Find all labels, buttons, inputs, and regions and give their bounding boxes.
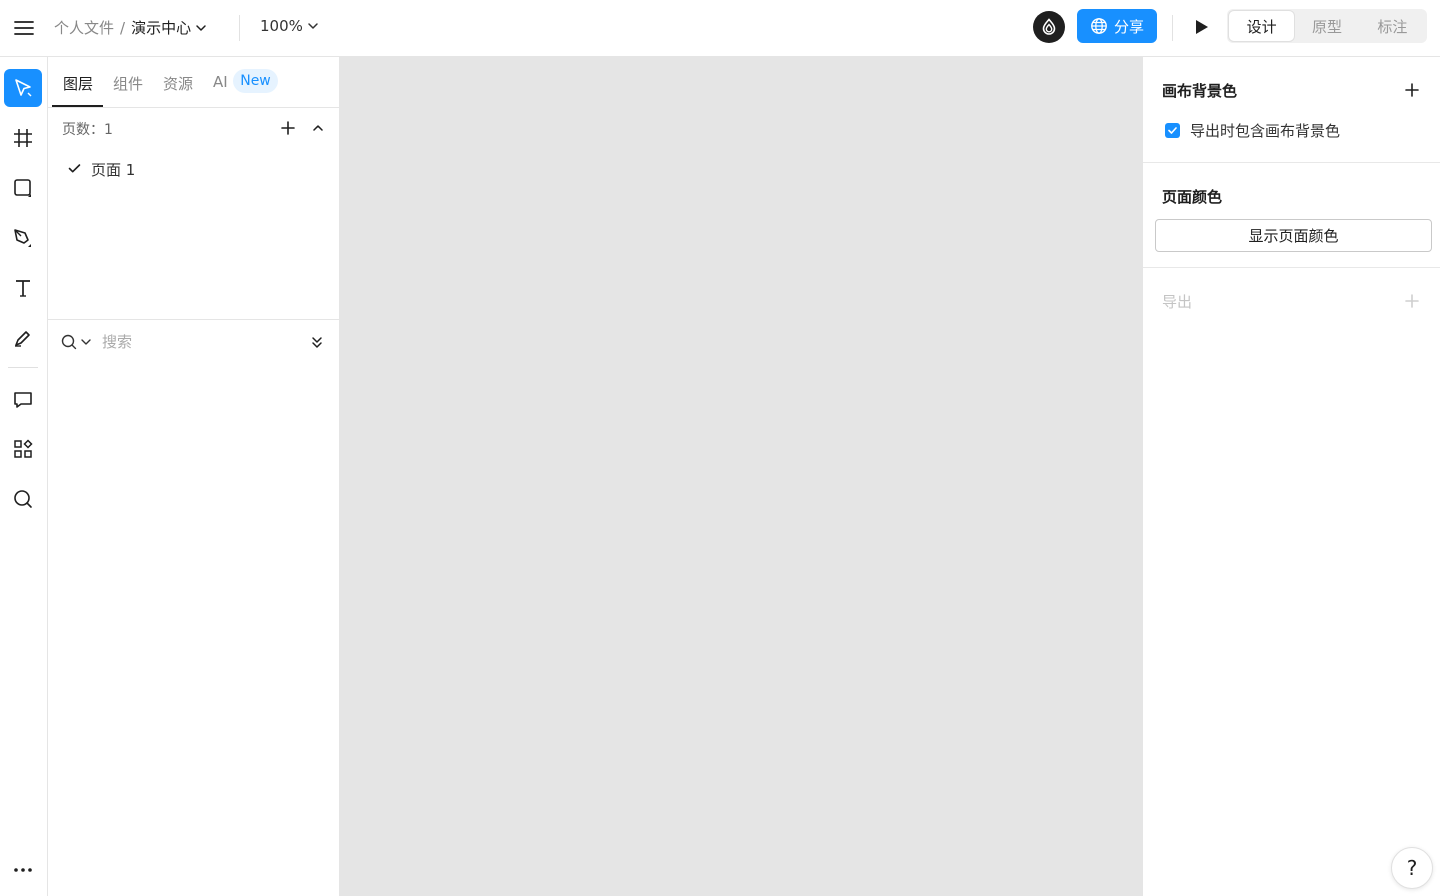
new-badge: New xyxy=(233,69,278,93)
section-divider xyxy=(1143,267,1440,268)
toolbar-divider xyxy=(8,367,38,368)
move-tool[interactable] xyxy=(4,69,42,107)
mode-switch: 设计 原型 标注 xyxy=(1227,9,1427,43)
play-icon[interactable] xyxy=(1190,16,1212,38)
breadcrumb-separator: / xyxy=(120,18,126,37)
section-divider xyxy=(1143,162,1440,163)
canvas-background-title: 画布背景色 xyxy=(1162,82,1238,100)
divider xyxy=(239,15,240,41)
left-toolbar xyxy=(0,57,48,896)
cursor-icon xyxy=(15,79,32,97)
text-icon xyxy=(16,280,30,297)
tab-assets[interactable]: 资源 xyxy=(163,73,193,94)
tab-ai[interactable]: AI xyxy=(213,73,228,91)
search-icon xyxy=(14,490,32,508)
show-page-color-button[interactable]: 显示页面颜色 xyxy=(1155,219,1432,252)
rectangle-icon xyxy=(14,179,31,197)
file-name-dropdown[interactable]: 演示中心 xyxy=(131,17,209,38)
pencil-icon xyxy=(15,331,30,347)
active-tab-underline xyxy=(52,105,103,107)
properties-panel: 画布背景色 导出时包含画布背景色 页面颜色 显示页面颜色 导出 xyxy=(1142,57,1440,896)
file-name: 演示中心 xyxy=(131,19,192,37)
page-name: 页面 1 xyxy=(91,161,136,179)
collapse-all-icon[interactable] xyxy=(306,331,328,353)
more-tool[interactable] xyxy=(4,851,42,889)
breadcrumb-parent[interactable]: 个人文件 xyxy=(54,17,114,38)
pen-icon xyxy=(14,229,31,247)
add-export-icon[interactable] xyxy=(1401,290,1423,312)
chevron-down-icon xyxy=(308,23,318,29)
mode-tab-inspect[interactable]: 标注 xyxy=(1360,11,1425,41)
pages-header: 页数：1 xyxy=(48,108,340,148)
tab-layers[interactable]: 图层 xyxy=(63,73,93,94)
globe-icon xyxy=(1091,18,1107,34)
divider xyxy=(1172,15,1173,41)
help-button[interactable]: ? xyxy=(1391,847,1433,889)
top-bar: 个人文件 / 演示中心 100% 分享 设计 原型 标注 xyxy=(0,0,1440,57)
app-logo-icon[interactable] xyxy=(1033,11,1065,43)
more-dots-icon xyxy=(14,868,32,872)
zoom-dropdown[interactable]: 100% xyxy=(260,17,321,35)
tab-components[interactable]: 组件 xyxy=(113,73,143,94)
shape-tool[interactable] xyxy=(4,169,42,207)
add-background-icon[interactable] xyxy=(1401,79,1423,101)
comment-tool[interactable] xyxy=(4,381,42,419)
layer-search xyxy=(48,327,340,357)
pen-tool[interactable] xyxy=(4,219,42,257)
share-button[interactable]: 分享 xyxy=(1077,9,1157,43)
mode-tab-design[interactable]: 设计 xyxy=(1229,11,1295,41)
search-filter-dropdown-icon[interactable] xyxy=(78,332,94,352)
include-background-checkbox[interactable] xyxy=(1165,123,1180,138)
menu-icon[interactable] xyxy=(12,16,36,40)
pages-count: 页数：1 xyxy=(62,122,113,138)
add-page-icon[interactable] xyxy=(277,117,299,139)
chevron-down-icon xyxy=(196,24,206,31)
canvas[interactable] xyxy=(340,57,1142,896)
share-label: 分享 xyxy=(1113,17,1144,36)
layers-panel: 图层 组件 资源 AI New 页数：1 页面 1 xyxy=(48,57,340,896)
hash-frame-icon xyxy=(14,129,32,147)
page-item[interactable]: 页面 1 xyxy=(48,153,340,183)
mode-tab-prototype[interactable]: 原型 xyxy=(1294,11,1359,41)
search-tool[interactable] xyxy=(4,480,42,518)
plugins-tool[interactable] xyxy=(4,430,42,468)
pencil-tool[interactable] xyxy=(4,319,42,357)
widgets-icon xyxy=(14,439,33,458)
text-tool[interactable] xyxy=(4,269,42,307)
collapse-pages-icon[interactable] xyxy=(307,117,329,139)
breadcrumb: 个人文件 / 演示中心 xyxy=(54,17,209,38)
check-icon xyxy=(1168,127,1177,134)
page-color-title: 页面颜色 xyxy=(1162,188,1223,206)
search-icon[interactable] xyxy=(58,331,80,353)
comment-icon xyxy=(14,392,32,408)
panel-divider xyxy=(48,319,340,320)
panel-tabs: 图层 组件 资源 AI New xyxy=(48,57,340,108)
include-background-label[interactable]: 导出时包含画布背景色 xyxy=(1190,120,1340,141)
search-input[interactable] xyxy=(102,331,302,353)
frame-tool[interactable] xyxy=(4,119,42,157)
zoom-level: 100% xyxy=(260,17,303,35)
export-title: 导出 xyxy=(1162,293,1193,311)
check-icon xyxy=(68,164,81,173)
